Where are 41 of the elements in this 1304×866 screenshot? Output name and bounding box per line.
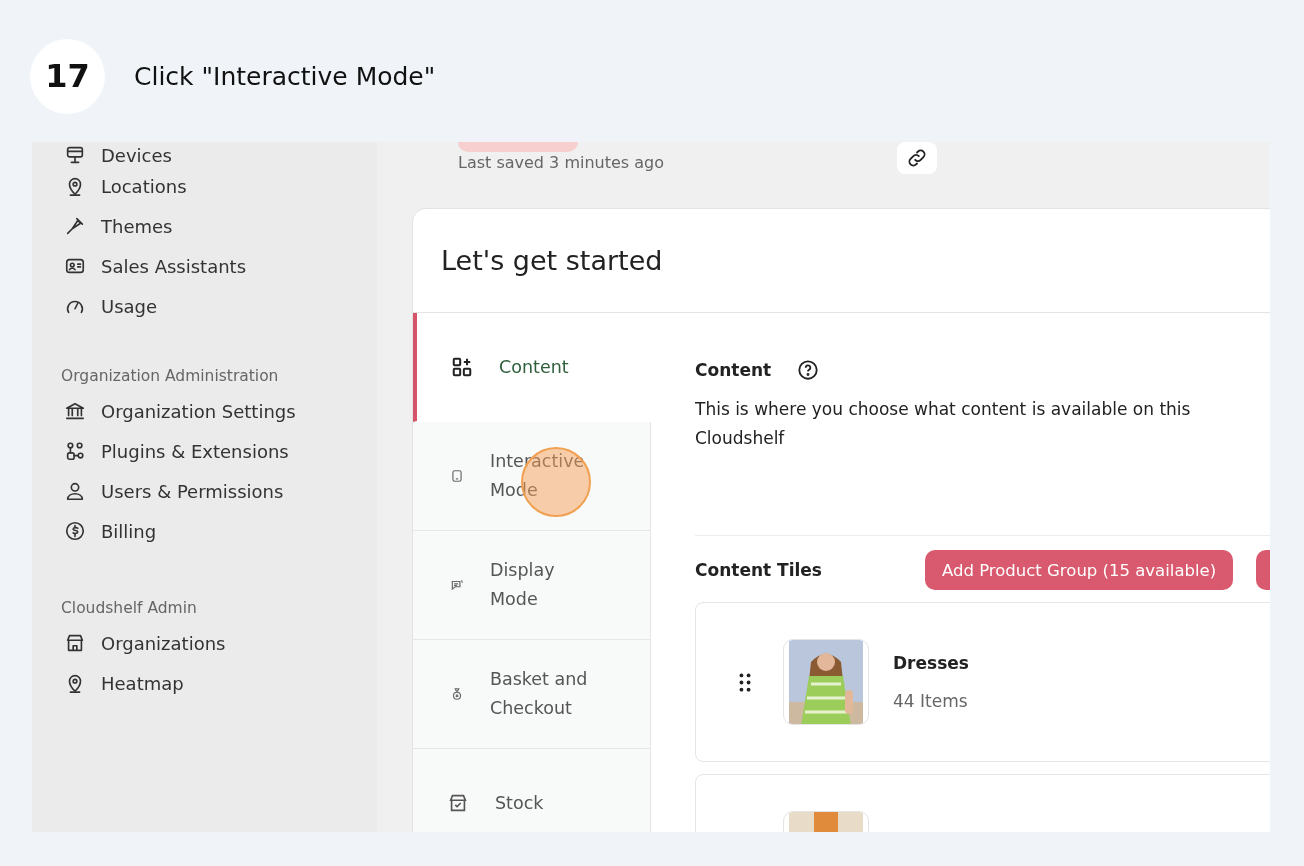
step-instruction: Click "Interactive Mode"	[134, 61, 436, 91]
sidebar-item[interactable]: Users & Permissions	[61, 471, 377, 511]
sidebar-item[interactable]: Devices	[61, 142, 377, 166]
step-number: 17	[30, 38, 105, 114]
sidebar-item[interactable]: Heatmap	[61, 663, 377, 703]
sidebar-item[interactable]: Billing	[61, 511, 377, 551]
dollar-icon	[64, 520, 86, 542]
section-title: Content	[695, 360, 772, 380]
help-icon[interactable]	[797, 359, 820, 381]
sidebar-item[interactable]: Organizations	[61, 623, 377, 663]
add-product-group-button[interactable]: Add Product Group (15 available)	[925, 550, 1234, 590]
setup-tab[interactable]: Stock	[413, 749, 651, 832]
tiles-heading: Content Tiles	[695, 560, 823, 580]
money-bag-icon	[450, 687, 464, 701]
chat-icon	[450, 578, 464, 592]
tile-count: 44 Items	[893, 691, 969, 711]
sidebar-item[interactable]: Sales Assistants	[61, 246, 377, 286]
tile-name: Dresses	[893, 653, 969, 673]
nodes-icon	[64, 440, 86, 462]
store-icon	[64, 632, 86, 654]
section-description: This is where you choose what content is available on this Cloudshelf	[695, 398, 1192, 450]
tablet-icon	[450, 469, 464, 483]
sidebar-item[interactable]: Plugins & Extensions	[61, 431, 377, 471]
grid-plus-icon	[451, 356, 473, 378]
card-title: Let's get started	[441, 245, 663, 276]
setup-tab[interactable]: Basket and Checkout	[413, 640, 651, 749]
sidebar-item[interactable]: Organization Settings	[61, 391, 377, 431]
user-icon	[64, 480, 86, 502]
link-icon	[906, 147, 928, 169]
monitor-icon	[64, 144, 86, 166]
section-heading: Organization Administration	[61, 366, 280, 387]
section-heading: Cloudshelf Admin	[61, 598, 198, 619]
link-button[interactable]	[897, 142, 937, 174]
bank-icon	[64, 400, 86, 422]
store-icon	[447, 792, 469, 814]
sidebar-item[interactable]: Themes	[61, 206, 377, 246]
last-saved-text: Last saved 3 minutes ago	[458, 153, 665, 172]
setup-tab[interactable]: Display Mode	[413, 531, 651, 640]
drag-handle-icon[interactable]	[739, 672, 751, 692]
sidebar-item[interactable]: Usage	[61, 286, 377, 326]
sidebar-item[interactable]: Locations	[61, 166, 377, 206]
